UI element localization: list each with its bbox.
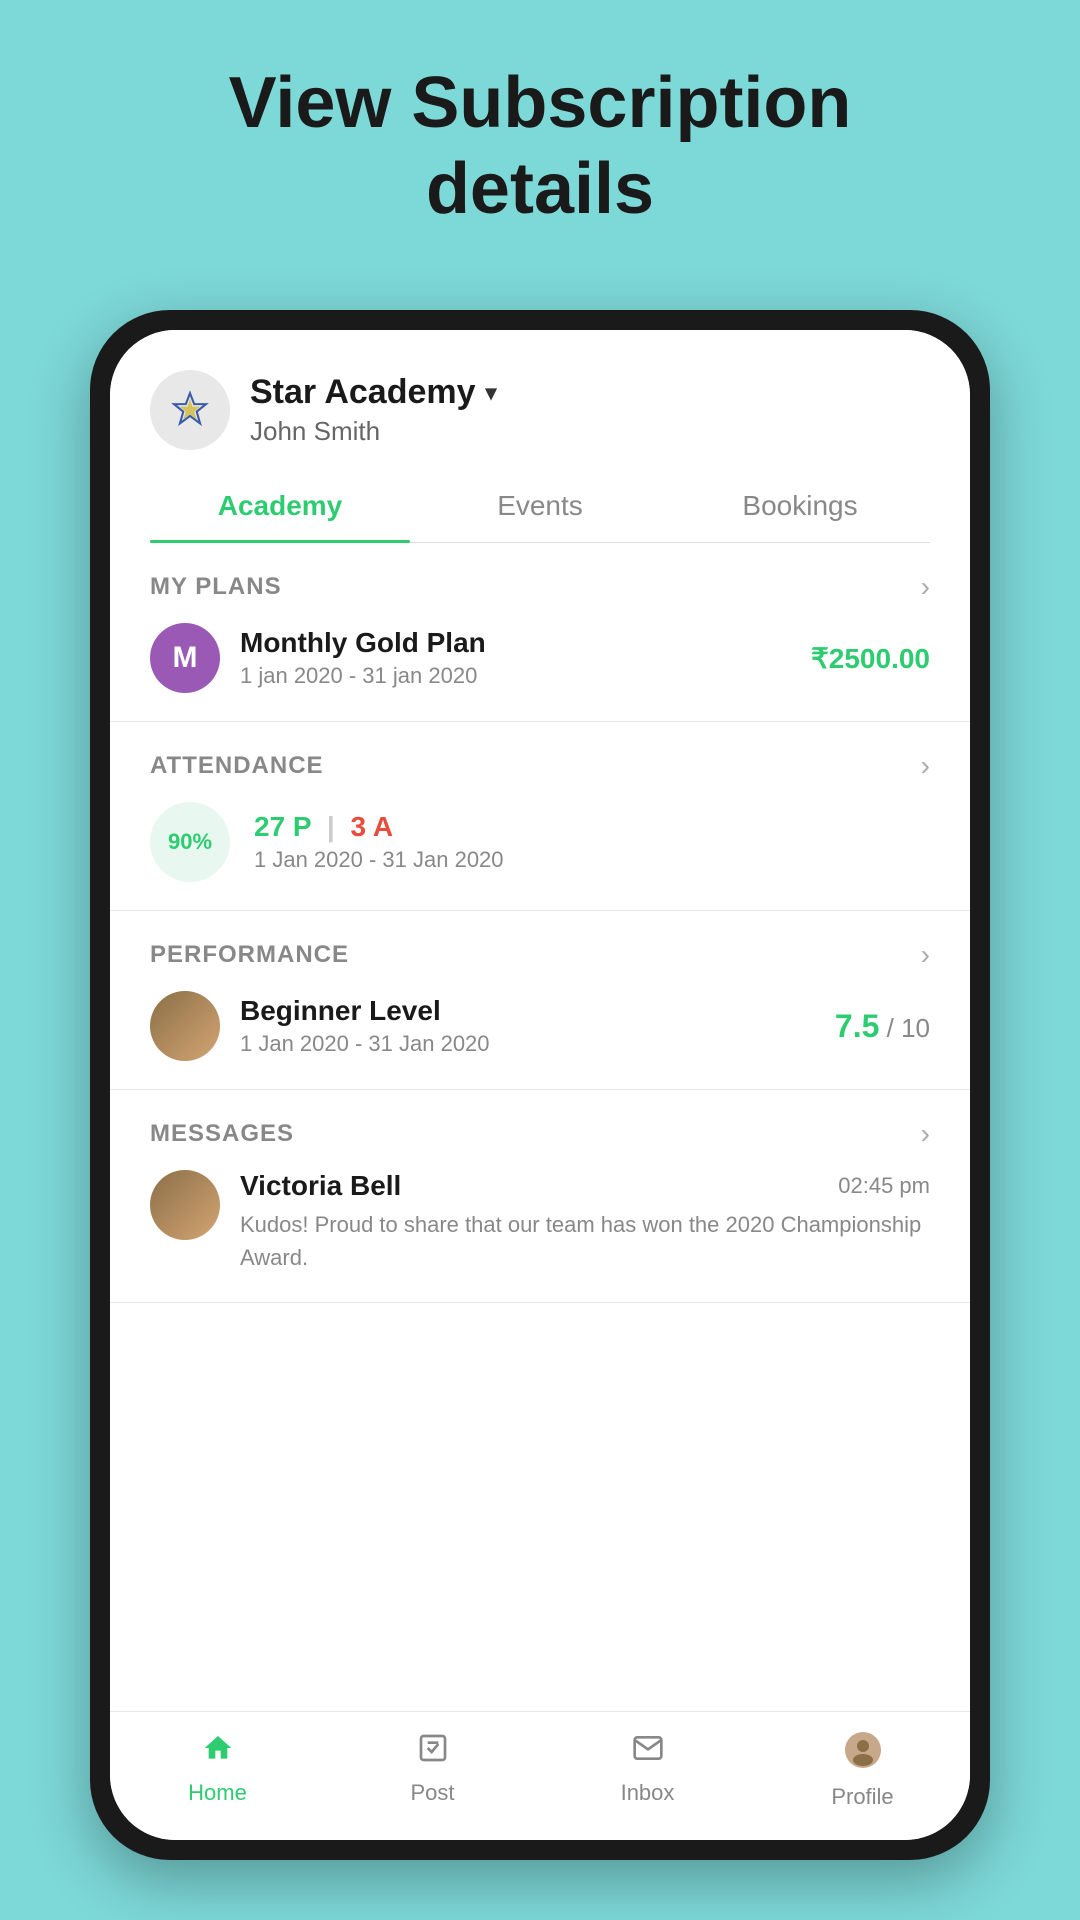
- my-plans-section: MY PLANS › M Monthly Gold Plan 1 jan 202…: [110, 543, 970, 722]
- present-count: 27 P: [254, 811, 311, 842]
- page-background-title: View Subscription details: [0, 0, 1080, 273]
- nav-home-label: Home: [188, 1780, 247, 1806]
- attendance-circle: 90%: [150, 802, 230, 882]
- stat-divider: |: [327, 811, 343, 842]
- attendance-header[interactable]: ATTENDANCE ›: [150, 722, 930, 802]
- my-plans-title: MY PLANS: [150, 573, 282, 601]
- performance-section: PERFORMANCE › Beginner Level 1 Jan 2020 …: [110, 911, 970, 1090]
- message-item: Victoria Bell 02:45 pm Kudos! Proud to s…: [150, 1170, 930, 1302]
- plan-price: ₹2500.00: [811, 642, 930, 675]
- performance-score: 7.5 / 10: [835, 1008, 930, 1045]
- performance-title: PERFORMANCE: [150, 941, 349, 969]
- tab-bookings[interactable]: Bookings: [670, 470, 930, 542]
- header-text: Star Academy ▾ John Smith: [250, 373, 930, 447]
- attendance-numbers: 27 P | 3 A: [254, 811, 930, 843]
- attendance-title: ATTENDANCE: [150, 752, 324, 780]
- nav-profile-label: Profile: [831, 1784, 893, 1810]
- attendance-item: 90% 27 P | 3 A 1 Jan 2020 - 31 Jan 2020: [150, 802, 930, 910]
- messages-chevron-icon[interactable]: ›: [921, 1118, 930, 1150]
- user-name: John Smith: [250, 416, 930, 447]
- tab-academy[interactable]: Academy: [150, 470, 410, 542]
- attendance-percent: 90%: [168, 829, 212, 855]
- app-header: Star Academy ▾ John Smith: [110, 330, 970, 470]
- message-time: 02:45 pm: [838, 1173, 930, 1199]
- nav-post[interactable]: Post: [325, 1732, 540, 1810]
- message-content: Victoria Bell 02:45 pm Kudos! Proud to s…: [240, 1170, 930, 1274]
- plan-icon: M: [150, 623, 220, 693]
- profile-icon: [845, 1732, 881, 1776]
- performance-header[interactable]: PERFORMANCE ›: [150, 911, 930, 991]
- nav-home[interactable]: Home: [110, 1732, 325, 1810]
- post-icon: [417, 1732, 449, 1772]
- performance-item: Beginner Level 1 Jan 2020 - 31 Jan 2020 …: [150, 991, 930, 1089]
- attendance-section: ATTENDANCE › 90% 27 P | 3 A 1 Jan 2020 -…: [110, 722, 970, 911]
- attendance-chevron-icon[interactable]: ›: [921, 750, 930, 782]
- performance-dates: 1 Jan 2020 - 31 Jan 2020: [240, 1031, 815, 1057]
- academy-logo: [150, 370, 230, 450]
- tabs-container: Academy Events Bookings: [150, 470, 930, 543]
- nav-inbox[interactable]: Inbox: [540, 1732, 755, 1810]
- plan-info: Monthly Gold Plan 1 jan 2020 - 31 jan 20…: [240, 627, 791, 689]
- tab-events[interactable]: Events: [410, 470, 670, 542]
- messages-header[interactable]: MESSAGES ›: [150, 1090, 930, 1170]
- message-text: Kudos! Proud to share that our team has …: [240, 1208, 930, 1274]
- messages-section: MESSAGES › Victoria Bell 02:45 pm Kudos!…: [110, 1090, 970, 1303]
- main-content: MY PLANS › M Monthly Gold Plan 1 jan 202…: [110, 543, 970, 1711]
- nav-post-label: Post: [410, 1780, 454, 1806]
- performance-avatar: [150, 991, 220, 1061]
- absent-count: 3 A: [351, 811, 394, 842]
- messages-title: MESSAGES: [150, 1120, 294, 1148]
- message-sender: Victoria Bell: [240, 1170, 401, 1202]
- message-avatar: [150, 1170, 220, 1240]
- nav-inbox-label: Inbox: [621, 1780, 675, 1806]
- phone-screen: Star Academy ▾ John Smith Academy Events…: [110, 330, 970, 1840]
- performance-chevron-icon[interactable]: ›: [921, 939, 930, 971]
- plan-dates: 1 jan 2020 - 31 jan 2020: [240, 663, 791, 689]
- dropdown-arrow-icon[interactable]: ▾: [486, 380, 497, 406]
- my-plans-header[interactable]: MY PLANS ›: [150, 543, 930, 623]
- phone-frame: Star Academy ▾ John Smith Academy Events…: [90, 310, 990, 1860]
- my-plans-chevron-icon[interactable]: ›: [921, 571, 930, 603]
- score-value: 7.5: [835, 1008, 879, 1044]
- performance-info: Beginner Level 1 Jan 2020 - 31 Jan 2020: [240, 995, 815, 1057]
- plan-name: Monthly Gold Plan: [240, 627, 791, 659]
- attendance-stats: 27 P | 3 A 1 Jan 2020 - 31 Jan 2020: [254, 811, 930, 873]
- performance-level: Beginner Level: [240, 995, 815, 1027]
- inbox-icon: [632, 1732, 664, 1772]
- academy-name[interactable]: Star Academy ▾: [250, 373, 930, 412]
- attendance-dates: 1 Jan 2020 - 31 Jan 2020: [254, 847, 930, 873]
- message-meta: Victoria Bell 02:45 pm: [240, 1170, 930, 1202]
- nav-profile[interactable]: Profile: [755, 1732, 970, 1810]
- avatar-image: [150, 991, 220, 1061]
- home-icon: [202, 1732, 234, 1772]
- score-max: / 10: [887, 1013, 930, 1043]
- plan-item: M Monthly Gold Plan 1 jan 2020 - 31 jan …: [150, 623, 930, 721]
- bottom-nav: Home Post: [110, 1711, 970, 1840]
